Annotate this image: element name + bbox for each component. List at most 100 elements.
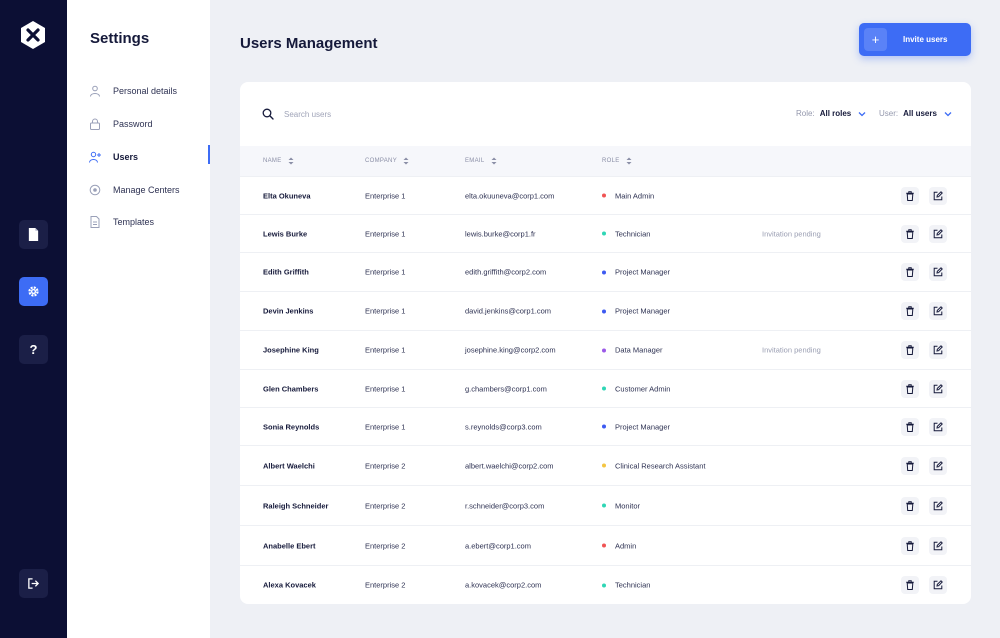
column-header-email[interactable]: EMAIL <box>465 157 497 165</box>
table-row[interactable]: Anabelle Ebert Enterprise 2 a.ebert@corp1.… <box>240 525 971 565</box>
edit-icon <box>933 383 943 393</box>
user-role: Project Manager <box>602 422 670 431</box>
table-row[interactable]: Albert Waelchi Enterprise 2 albert.waelchi… <box>240 445 971 485</box>
user-role: Main Admin <box>602 191 654 200</box>
user-company: Enterprise 1 <box>365 191 406 200</box>
settings-item-templates[interactable]: Templates <box>89 213 210 231</box>
logout-button[interactable] <box>19 569 48 598</box>
user-email: r.schneider@corp3.com <box>465 501 545 510</box>
delete-user-button[interactable] <box>901 496 919 515</box>
table-row[interactable]: Glen Chambers Enterprise 1 g.chambers@corp… <box>240 369 971 407</box>
search-input[interactable] <box>284 106 484 122</box>
delete-user-button[interactable] <box>901 576 919 594</box>
user-email: edith.griffith@corp2.com <box>465 267 547 277</box>
column-header-label: ROLE <box>602 158 620 164</box>
table-row[interactable]: Alexa Kovacek Enterprise 2 a.kovacek@corp2… <box>240 565 971 604</box>
edit-user-button[interactable] <box>929 379 947 398</box>
settings-item-password[interactable]: Password <box>89 115 210 133</box>
user-name: Raleigh Schneider <box>263 501 329 510</box>
role-color-dot <box>602 270 606 274</box>
trash-icon <box>906 306 914 316</box>
edit-user-button[interactable] <box>929 186 947 205</box>
user-role: Admin <box>602 541 636 550</box>
trash-icon <box>906 383 914 394</box>
logo-icon[interactable] <box>18 20 48 50</box>
table-row[interactable]: Edith Griffith Enterprise 1 edith.griffith… <box>240 252 971 291</box>
delete-user-button[interactable] <box>901 536 919 555</box>
edit-user-button[interactable] <box>929 456 947 475</box>
delete-user-button[interactable] <box>901 263 919 281</box>
trash-icon <box>906 190 914 201</box>
user-company: Enterprise 1 <box>365 384 406 393</box>
user-filter-dropdown[interactable]: User: All users <box>879 109 952 118</box>
delete-user-button[interactable] <box>901 186 919 205</box>
edit-user-button[interactable] <box>929 302 947 320</box>
edit-user-button[interactable] <box>929 263 947 281</box>
settings-item-users[interactable]: Users <box>89 148 210 166</box>
column-header-label: EMAIL <box>465 158 485 164</box>
user-name: Alexa Kovacek <box>263 580 316 590</box>
settings-item-personal-details[interactable]: Personal details <box>89 82 210 100</box>
trash-icon <box>906 228 914 239</box>
table-row[interactable]: Josephine King Enterprise 1 josephine.king… <box>240 330 971 369</box>
role-color-dot <box>602 503 606 508</box>
role-filter-dropdown[interactable]: Role: All roles <box>796 109 866 118</box>
trash-icon <box>906 500 914 511</box>
table-row[interactable]: Sonia Reynolds Enterprise 1 s.reynolds@cor… <box>240 407 971 445</box>
role-filter-value: All roles <box>819 109 852 118</box>
table-row[interactable]: Raleigh Schneider Enterprise 2 r.schneider… <box>240 485 971 525</box>
edit-icon <box>933 190 943 200</box>
user-role-label: Project Manager <box>615 267 671 277</box>
delete-user-button[interactable] <box>901 456 919 475</box>
settings-item-label: Personal details <box>113 86 178 96</box>
help-nav-button[interactable]: ? <box>19 335 48 364</box>
sort-icon <box>403 157 409 165</box>
column-header-company[interactable]: COMPANY <box>365 157 409 165</box>
settings-panel: Settings Personal details Password Users… <box>67 0 210 638</box>
invite-users-button[interactable]: + Invite users <box>859 23 971 56</box>
table-header: NAME COMPANY EMAIL ROLE <box>240 146 971 176</box>
edit-icon <box>933 580 943 590</box>
settings-nav-button[interactable] <box>19 277 48 306</box>
invitation-status: Invitation pending <box>762 229 821 238</box>
user-role-label: Technician <box>615 580 651 590</box>
column-header-name[interactable]: NAME <box>263 157 294 165</box>
user-email: josephine.king@corp2.com <box>465 345 556 355</box>
delete-user-button[interactable] <box>901 224 919 243</box>
trash-icon <box>906 421 914 432</box>
user-role: Clinical Research Assistant <box>602 461 705 470</box>
table-row[interactable]: Elta Okuneva Enterprise 1 elta.okuuneva@co… <box>240 176 971 214</box>
role-color-dot <box>602 231 606 236</box>
edit-user-button[interactable] <box>929 341 947 359</box>
user-name: Glen Chambers <box>263 384 319 393</box>
table-row[interactable]: Devin Jenkins Enterprise 1 david.jenkins@c… <box>240 291 971 330</box>
edit-user-button[interactable] <box>929 417 947 436</box>
user-name: Elta Okuneva <box>263 191 311 200</box>
user-role: Monitor <box>602 501 640 510</box>
edit-user-button[interactable] <box>929 496 947 515</box>
user-role: Technician <box>602 229 650 238</box>
page-title: Users Management <box>240 35 378 52</box>
edit-user-button[interactable] <box>929 576 947 594</box>
user-role-label: Admin <box>615 541 637 550</box>
user-email: david.jenkins@corp1.com <box>465 306 551 316</box>
column-header-role[interactable]: ROLE <box>602 157 632 165</box>
user-role: Data Manager <box>602 346 663 355</box>
chevron-down-icon <box>944 111 952 116</box>
delete-user-button[interactable] <box>901 379 919 398</box>
user-filter-value: All users <box>903 109 937 118</box>
column-header-label: NAME <box>263 158 282 164</box>
documents-nav-button[interactable] <box>19 220 48 249</box>
settings-item-manage-centers[interactable]: Manage Centers <box>89 181 210 199</box>
settings-title: Settings <box>90 30 150 47</box>
table-row[interactable]: Lewis Burke Enterprise 1 lewis.burke@corp1… <box>240 214 971 252</box>
edit-user-button[interactable] <box>929 224 947 243</box>
edit-user-button[interactable] <box>929 536 947 555</box>
delete-user-button[interactable] <box>901 341 919 359</box>
delete-user-button[interactable] <box>901 302 919 320</box>
document-icon <box>90 216 100 228</box>
delete-user-button[interactable] <box>901 417 919 436</box>
settings-item-label: Manage Centers <box>113 185 180 195</box>
sort-icon <box>288 157 294 165</box>
sort-icon <box>491 157 497 165</box>
